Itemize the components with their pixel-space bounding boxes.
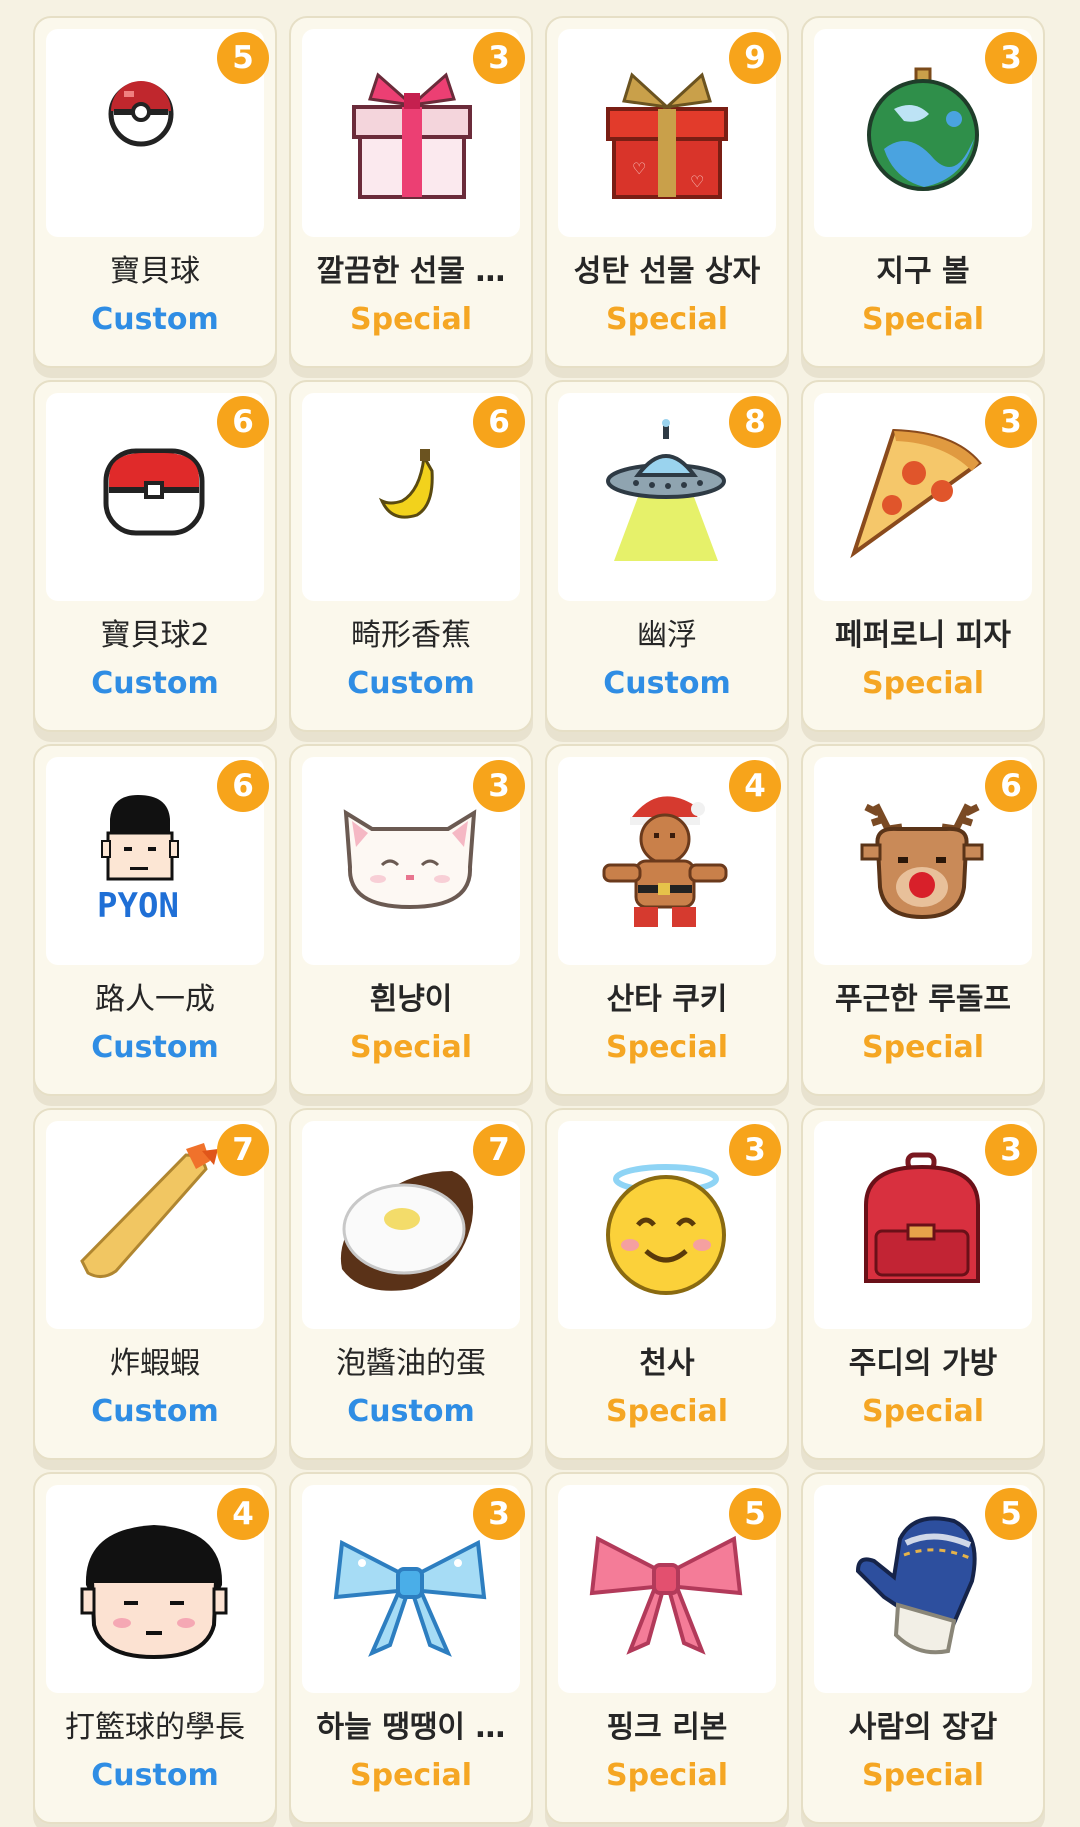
pyon-pixel-text: PYON [97,886,179,926]
count-badge: 3 [473,32,525,84]
sticker-type-label: Special [605,1394,729,1429]
sticker-name: 寶貝球 [110,254,200,289]
count-badge: 3 [729,1124,781,1176]
sticker-type-label: Special [605,302,729,337]
sticker-name: 깔끔한 선물 … [316,254,506,289]
sticker-type-label: Custom [91,1394,219,1429]
sticker-type-label: Custom [91,666,219,701]
sticker-name: 핑크 리본 [606,1710,728,1745]
count-badge: 9 [729,32,781,84]
count-badge: 3 [473,1488,525,1540]
count-badge: 5 [217,32,269,84]
sticker-type-label: Special [349,1030,473,1065]
sticker-type-label: Special [349,302,473,337]
sticker-name: 畸形香蕉 [351,618,471,653]
count-badge: 6 [985,760,1037,812]
count-badge: 5 [985,1488,1037,1540]
sticker-name: 幽浮 [637,618,697,653]
sticker-name: 산타 쿠키 [606,982,728,1017]
sticker-card-fried-shrimp[interactable]: 7 炸蝦蝦 Custom [33,1108,277,1460]
sticker-name: 지구 볼 [876,254,970,289]
sticker-name: 푸근한 루돌프 [834,982,1012,1017]
sticker-card-angel[interactable]: 3 천사 Special [545,1108,789,1460]
sticker-type-label: Custom [91,1758,219,1793]
sticker-name: 寶貝球2 [100,618,210,653]
sticker-card-gingerbread-santa[interactable]: 4 산타 쿠키 Special [545,744,789,1096]
count-badge: 7 [473,1124,525,1176]
sticker-card-boy-face[interactable]: 4 打籃球的學長 Custom [33,1472,277,1824]
sticker-type-label: Special [605,1030,729,1065]
count-badge: 6 [217,760,269,812]
sticker-name: 泡醬油的蛋 [336,1346,486,1381]
sticker-card-ufo[interactable]: 8 幽浮 Custom [545,380,789,732]
sticker-card-blue-mitten[interactable]: 5 사람의 장갑 Special [801,1472,1045,1824]
count-badge: 7 [217,1124,269,1176]
sticker-type-label: Custom [347,666,475,701]
sticker-type-label: Special [861,666,985,701]
count-badge: 5 [729,1488,781,1540]
sticker-card-banana[interactable]: 6 畸形香蕉 Custom [289,380,533,732]
sticker-type-label: Special [349,1758,473,1793]
count-badge: 8 [729,396,781,448]
sticker-card-blue-ribbon[interactable]: 3 하늘 땡땡이 … Special [289,1472,533,1824]
count-badge: 6 [217,396,269,448]
sticker-type-label: Custom [347,1394,475,1429]
count-badge: 3 [985,1124,1037,1176]
count-badge: 6 [473,396,525,448]
sticker-name: 路人一成 [95,982,215,1017]
sticker-card-pokeball-small[interactable]: 5 寶貝球 Custom [33,16,277,368]
sticker-card-pokeball[interactable]: 6 寶貝球2 Custom [33,380,277,732]
sticker-name: 주디의 가방 [848,1346,998,1381]
sticker-card-fried-egg[interactable]: 7 泡醬油的蛋 Custom [289,1108,533,1460]
sticker-card-earth-ornament[interactable]: 3 지구 볼 Special [801,16,1045,368]
sticker-card-white-cat[interactable]: 3 흰냥이 Special [289,744,533,1096]
sticker-type-label: Special [861,1030,985,1065]
sticker-type-label: Custom [91,1030,219,1065]
count-badge: 4 [729,760,781,812]
sticker-name: 炸蝦蝦 [110,1346,200,1381]
sticker-card-reindeer[interactable]: 6 푸근한 루돌프 Special [801,744,1045,1096]
sticker-card-red-gift[interactable]: ♡ ♡ 9 성탄 선물 상자 Special [545,16,789,368]
sticker-name: 흰냥이 [369,982,453,1017]
count-badge: 3 [985,32,1037,84]
sticker-name: 천사 [639,1346,695,1381]
sticker-grid: 5 寶貝球 Custom 3 깔끔한 선물 … Special ♡ ♡ 9 성탄… [33,16,1049,1824]
count-badge: 4 [217,1488,269,1540]
sticker-name: 성탄 선물 상자 [573,254,761,289]
sticker-name: 페퍼로니 피자 [834,618,1012,653]
sticker-card-pink-gift[interactable]: 3 깔끔한 선물 … Special [289,16,533,368]
sticker-name: 打籃球的學長 [65,1710,245,1745]
sticker-card-pink-ribbon[interactable]: 5 핑크 리본 Special [545,1472,789,1824]
sticker-type-label: Special [861,1394,985,1429]
count-badge: 3 [473,760,525,812]
sticker-type-label: Special [861,1758,985,1793]
count-badge: 3 [985,396,1037,448]
sticker-card-backpack[interactable]: 3 주디의 가방 Special [801,1108,1045,1460]
svg-text:♡: ♡ [690,172,704,191]
sticker-type-label: Custom [603,666,731,701]
sticker-type-label: Special [861,302,985,337]
sticker-name: 사람의 장갑 [848,1710,998,1745]
sticker-type-label: Special [605,1758,729,1793]
svg-text:♡: ♡ [632,159,646,178]
sticker-card-pizza[interactable]: 3 페퍼로니 피자 Special [801,380,1045,732]
sticker-type-label: Custom [91,302,219,337]
sticker-card-pyon[interactable]: PYON 6 路人一成 Custom [33,744,277,1096]
sticker-name: 하늘 땡땡이 … [316,1710,506,1745]
